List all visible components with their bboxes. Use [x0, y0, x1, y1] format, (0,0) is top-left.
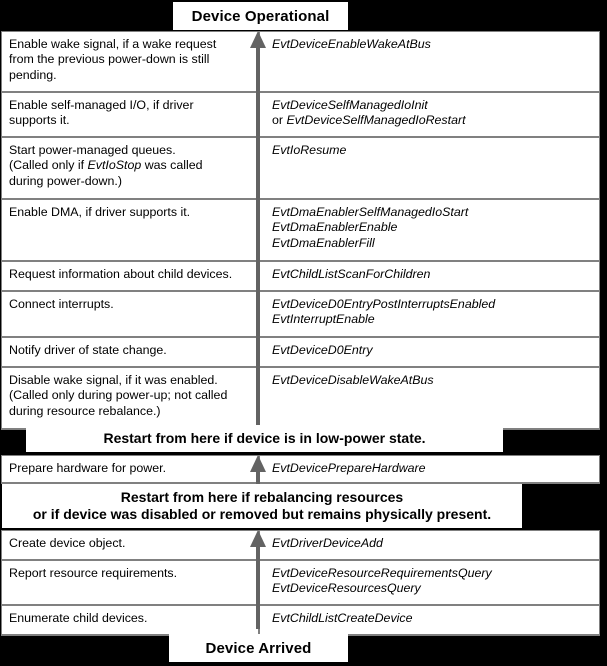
table-row: Enable wake signal, if a wake request fr…: [2, 32, 599, 93]
action-cell: Request information about child devices.: [2, 262, 258, 290]
action-line: Enable DMA, if driver supports it.: [9, 205, 191, 219]
table-row: Connect interrupts. EvtDeviceD0EntryPost…: [2, 292, 599, 338]
action-cell: Create device object.: [2, 531, 258, 559]
callback-name: EvtDmaEnablerEnable: [272, 220, 398, 235]
banner-restart-rebalance: Restart from here if rebalancing resourc…: [2, 484, 522, 528]
action-cell: Prepare hardware for power.: [2, 456, 258, 482]
action-cell: Report resource requirements.: [2, 561, 258, 604]
callback-cell: EvtDeviceDisableWakeAtBus: [258, 368, 599, 428]
action-line: during resource rebalance.): [9, 403, 161, 418]
callback-name: EvtDeviceEnableWakeAtBus: [272, 37, 431, 51]
action-cell: Enable wake signal, if a wake request fr…: [2, 32, 258, 91]
action-cell: Connect interrupts.: [2, 292, 258, 336]
action-line: Start power-managed queues.: [9, 143, 176, 157]
table-row: Disable wake signal, if it was enabled. …: [2, 368, 599, 430]
table-row: Enumerate child devices. EvtChildListCre…: [2, 606, 599, 636]
action-line: Enumerate child devices.: [9, 611, 148, 625]
callback-cell: EvtDeviceEnableWakeAtBus: [258, 32, 599, 91]
callback-cell: EvtDeviceD0EntryPostInterruptsEnabled Ev…: [258, 292, 599, 336]
callback-name: EvtDeviceD0EntryPostInterruptsEnabled: [272, 297, 496, 311]
callback-name: EvtDeviceDisableWakeAtBus: [272, 373, 434, 387]
callback-cell: EvtDeviceD0Entry: [258, 338, 599, 366]
state-box-device-arrived: Device Arrived: [169, 634, 348, 662]
action-line: from the previous power-down is still: [9, 52, 210, 67]
action-cell: Enumerate child devices.: [2, 606, 258, 634]
banner-restart-rebalance-line2: or if device was disabled or removed but…: [32, 506, 492, 522]
sequence-table-device-arrived-phase: Create device object. EvtDriverDeviceAdd…: [1, 530, 600, 636]
action-line: Create device object.: [9, 536, 126, 550]
action-line: Enable self-managed I/O, if driver: [9, 98, 194, 112]
action-line: Report resource requirements.: [9, 566, 178, 580]
callback-name: EvtIoResume: [272, 143, 347, 157]
action-cell: Start power-managed queues. (Called only…: [2, 138, 258, 198]
banner-restart-low-power-label: Restart from here if device is in low-po…: [103, 430, 426, 446]
callback-name: EvtDeviceD0Entry: [272, 343, 373, 357]
action-cell: Enable self-managed I/O, if driver suppo…: [2, 93, 258, 136]
callback-name: EvtDmaEnablerSelfManagedIoStart: [272, 205, 469, 219]
sequence-table-operational-phase: Enable wake signal, if a wake request fr…: [1, 31, 600, 430]
diagram-canvas: Device Operational Enable wake signal, i…: [0, 0, 607, 666]
callback-name: EvtInterruptEnable: [272, 312, 375, 327]
action-line: (Called only if EvtIoStop was called: [9, 158, 203, 173]
table-row: Create device object. EvtDriverDeviceAdd: [2, 531, 599, 561]
state-box-device-operational: Device Operational: [173, 2, 348, 30]
callback-name: EvtChildListScanForChildren: [272, 267, 431, 281]
action-line: during power-down.): [9, 173, 122, 188]
action-line: Prepare hardware for power.: [9, 461, 167, 475]
state-box-device-arrived-label: Device Arrived: [205, 639, 312, 657]
callback-name: EvtDmaEnablerFill: [272, 235, 375, 250]
action-line: Request information about child devices.: [9, 267, 233, 281]
callback-cell: EvtDeviceSelfManagedIoInit or EvtDeviceS…: [258, 93, 599, 136]
table-row: Notify driver of state change. EvtDevice…: [2, 338, 599, 368]
action-cell: Notify driver of state change.: [2, 338, 258, 366]
action-cell: Enable DMA, if driver supports it.: [2, 200, 258, 260]
action-line: Enable wake signal, if a wake request: [9, 37, 217, 51]
table-row: Enable self-managed I/O, if driver suppo…: [2, 93, 599, 138]
callback-name: EvtDeviceSelfManagedIoInit: [272, 98, 428, 112]
callback-cell: EvtDriverDeviceAdd: [258, 531, 599, 559]
callback-cell: EvtDeviceResourceRequirementsQuery EvtDe…: [258, 561, 599, 604]
sequence-table-prepare-hardware: Prepare hardware for power. EvtDevicePre…: [1, 455, 600, 484]
action-line: Disable wake signal, if it was enabled.: [9, 373, 218, 387]
callback-name: or EvtDeviceSelfManagedIoRestart: [272, 113, 466, 128]
action-line: supports it.: [9, 113, 70, 128]
table-row: Report resource requirements. EvtDeviceR…: [2, 561, 599, 606]
callback-name: EvtDeviceResourceRequirementsQuery: [272, 566, 492, 580]
action-line: (Called only during power-up; not called: [9, 388, 228, 403]
callback-name: EvtDevicePrepareHardware: [272, 461, 426, 475]
table-row: Prepare hardware for power. EvtDevicePre…: [2, 456, 599, 484]
action-cell: Disable wake signal, if it was enabled. …: [2, 368, 258, 428]
state-box-device-operational-label: Device Operational: [191, 7, 330, 25]
action-line: Notify driver of state change.: [9, 343, 167, 357]
table-row: Request information about child devices.…: [2, 262, 599, 292]
table-row: Start power-managed queues. (Called only…: [2, 138, 599, 200]
callback-cell: EvtDevicePrepareHardware: [258, 456, 599, 482]
callback-cell: EvtChildListScanForChildren: [258, 262, 599, 290]
action-line: Connect interrupts.: [9, 297, 114, 311]
callback-cell: EvtIoResume: [258, 138, 599, 198]
banner-restart-low-power: Restart from here if device is in low-po…: [26, 425, 503, 452]
table-row: Enable DMA, if driver supports it. EvtDm…: [2, 200, 599, 262]
callback-name: EvtChildListCreateDevice: [272, 611, 413, 625]
banner-restart-rebalance-line1: Restart from here if rebalancing resourc…: [120, 489, 404, 505]
callback-cell: EvtDmaEnablerSelfManagedIoStart EvtDmaEn…: [258, 200, 599, 260]
callback-name: EvtDeviceResourcesQuery: [272, 581, 421, 596]
callback-cell: EvtChildListCreateDevice: [258, 606, 599, 634]
action-line: pending.: [9, 67, 57, 82]
callback-name: EvtDriverDeviceAdd: [272, 536, 383, 550]
